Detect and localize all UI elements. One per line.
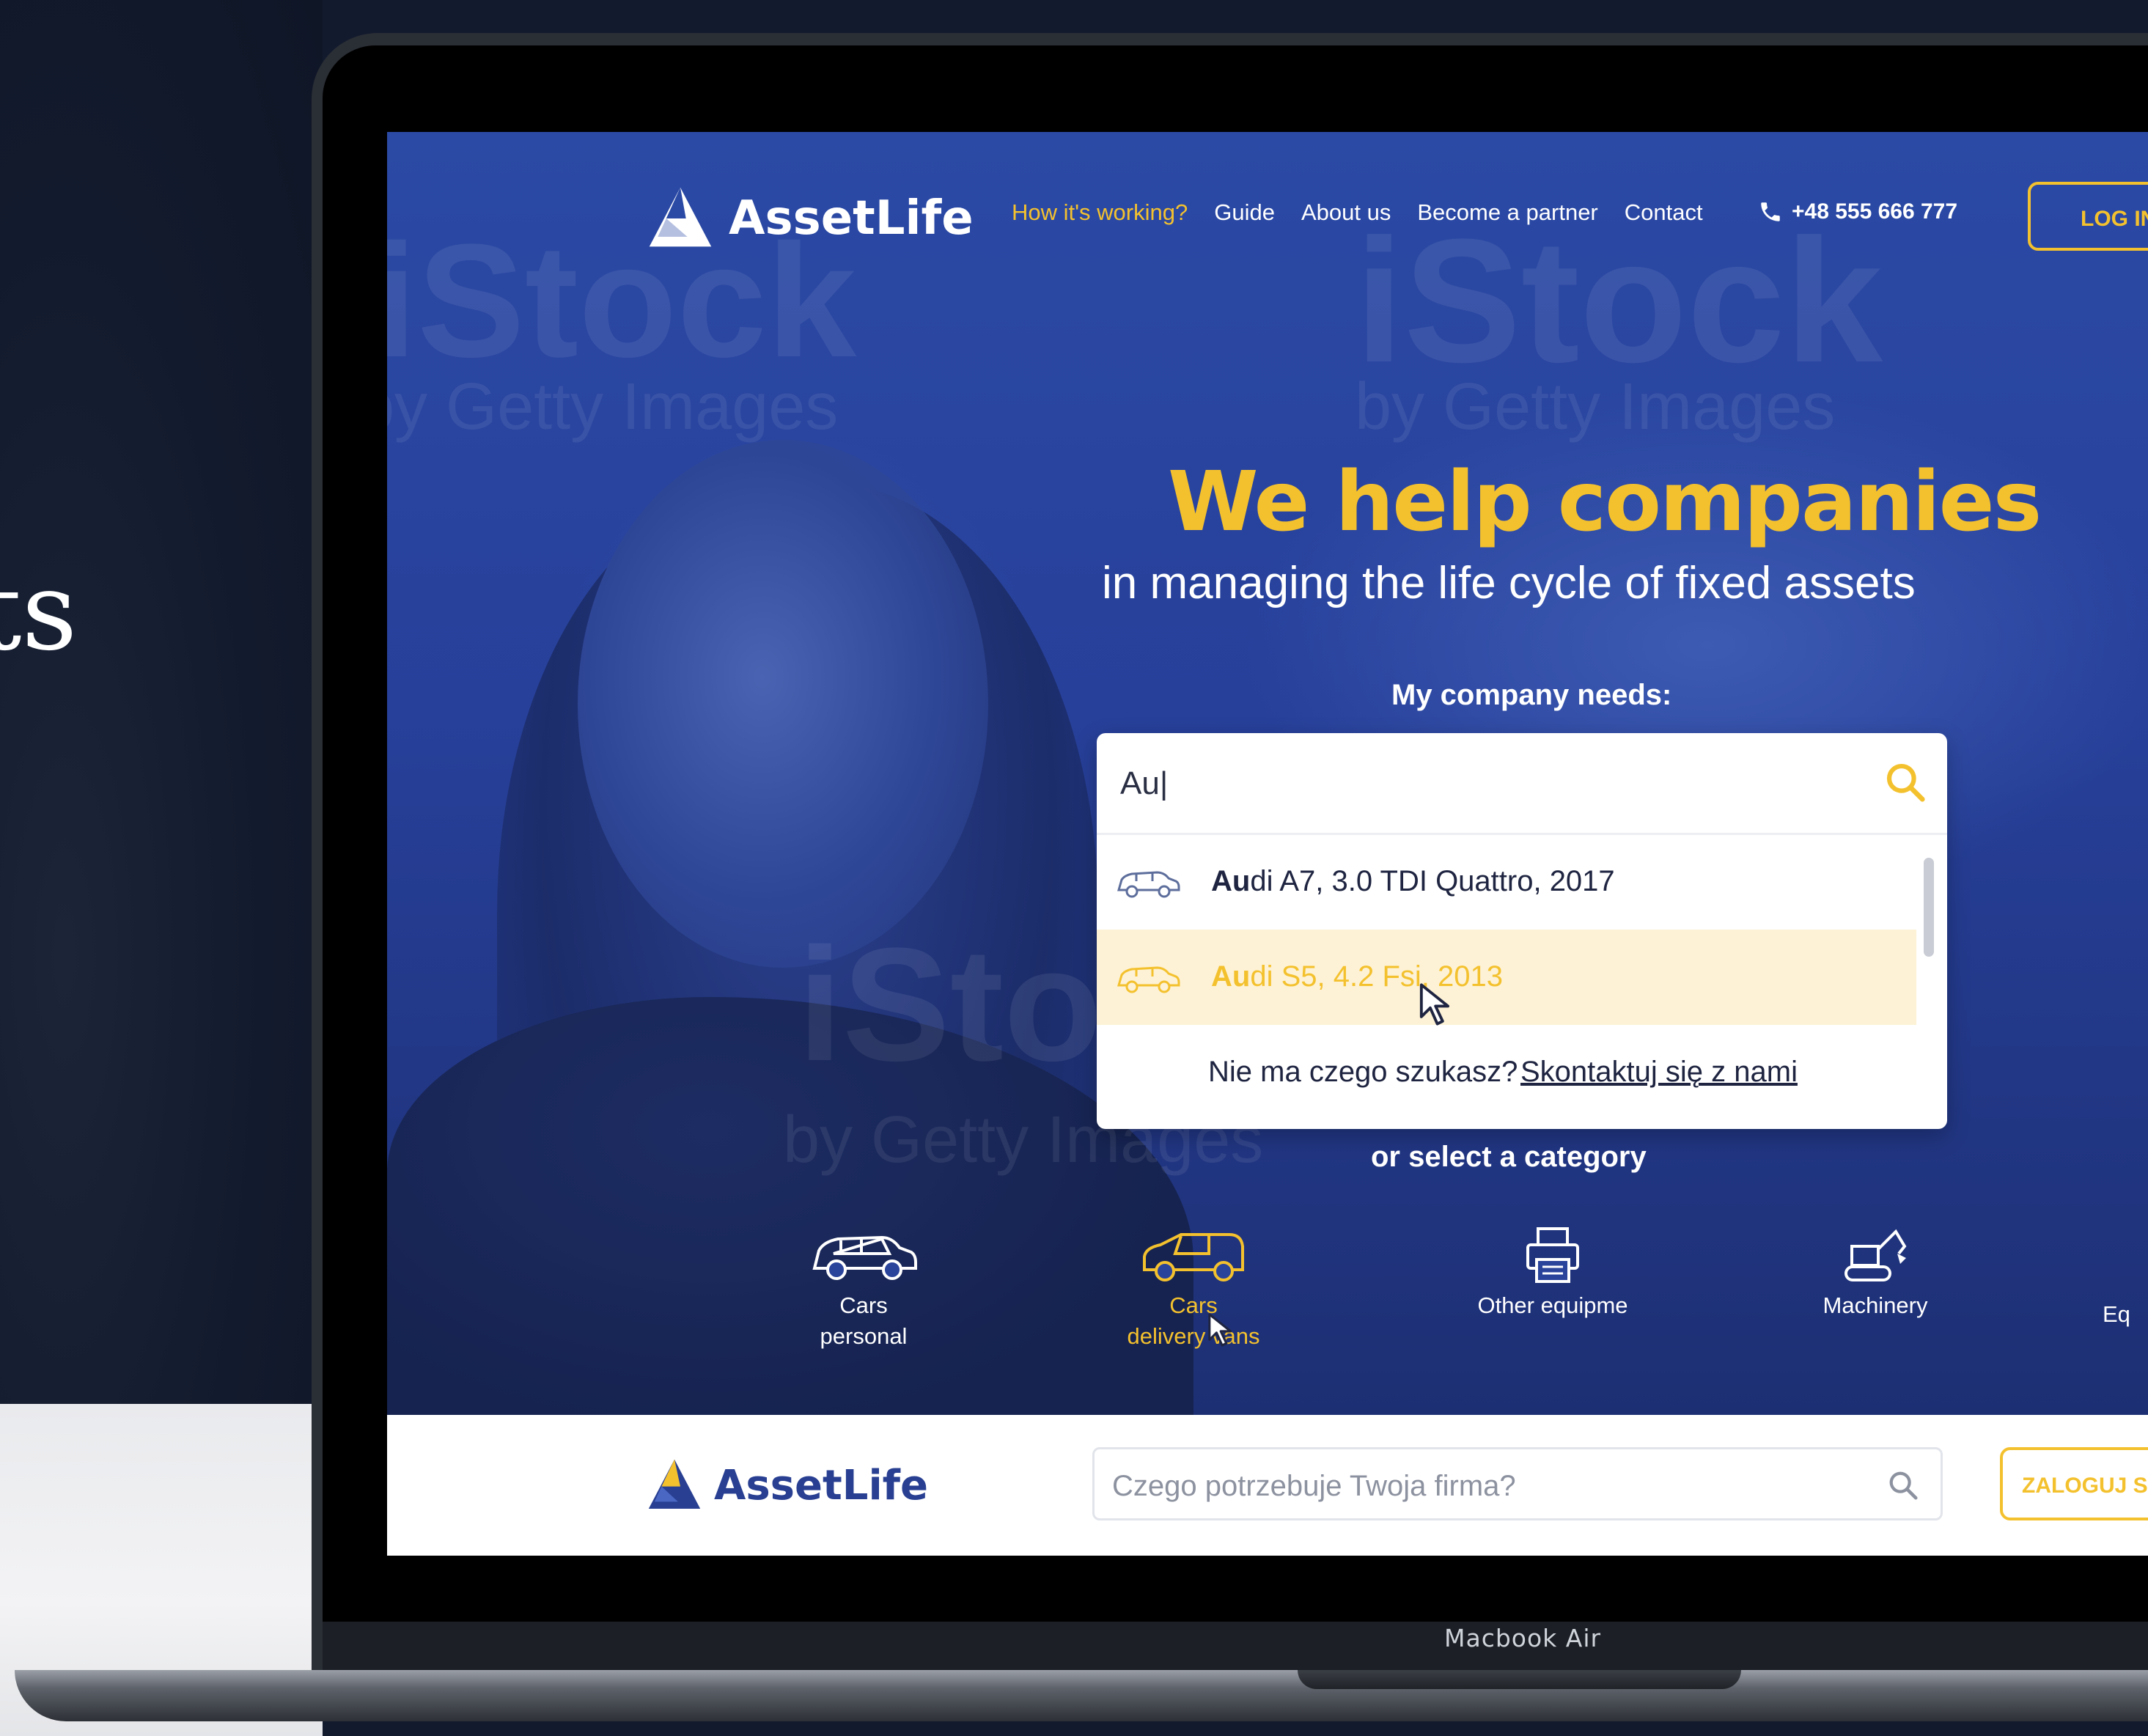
suggestion-rest: di A7, 3.0 TDI Quattro, 2017 (1250, 865, 1615, 897)
mouse-pointer-icon (1419, 983, 1450, 1026)
needs-label: My company needs: (1391, 679, 1672, 711)
search-icon[interactable] (1883, 760, 1928, 805)
watermark-getty: by Getty Images (387, 370, 839, 444)
category-label-line2: personal (820, 1323, 908, 1349)
website-screen: iStock by Getty Images iStock by Getty I… (387, 132, 2148, 1556)
car-icon (812, 1235, 917, 1280)
contact-us-link[interactable]: Skontaktuj się z nami (1520, 1056, 1798, 1089)
search-placeholder: Czego potrzebuje Twoja firma? (1112, 1470, 1516, 1502)
suggestion-rest: di S5, 4.2 Fsi, 2013 (1250, 960, 1503, 993)
category-cars-personal[interactable]: Cars personal (776, 1224, 952, 1352)
category-label-line2: delivery vans (1127, 1323, 1260, 1349)
logo-text: AssetLife (714, 1461, 928, 1509)
phone-icon (1761, 202, 1780, 221)
side-heading-fragment: ts (0, 548, 78, 674)
suggestion-match: Au (1211, 865, 1251, 897)
hero-headline: We help companies (1168, 455, 2042, 550)
hero-section: iStock by Getty Images iStock by Getty I… (387, 132, 2148, 1437)
category-label-line1: Other equipme (1477, 1292, 1628, 1318)
login-button[interactable]: ZALOGUJ SIĘ (2000, 1447, 2148, 1520)
suggestion-item[interactable]: Audi A7, 3.0 TDI Quattro, 2017 (1097, 834, 1916, 930)
mouse-pointer-icon (1208, 1313, 1232, 1347)
laptop-base (15, 1670, 2148, 1721)
laptop-notch (1298, 1670, 1741, 1689)
search-value: Au| (1120, 765, 1169, 801)
search-input[interactable]: Au| (1097, 733, 1947, 835)
suggestion-match: Au (1211, 960, 1251, 993)
nav-link-about[interactable]: About us (1301, 199, 1391, 226)
no-results-text: Nie ma czego szukasz? (1208, 1056, 1518, 1088)
logo[interactable]: AssetLife (645, 183, 974, 254)
logo[interactable]: AssetLife (645, 1456, 928, 1515)
laptop-chin (323, 1622, 2148, 1673)
login-button[interactable]: LOG IN (2028, 182, 2148, 251)
nav-links: How it's working? Guide About us Become … (1012, 199, 1703, 226)
suggestion-label: Audi A7, 3.0 TDI Quattro, 2017 (1211, 865, 1615, 898)
hero-photo-head (578, 440, 988, 968)
category-machinery[interactable]: Machinery (1765, 1224, 1985, 1321)
category-label-line1: Machinery (1823, 1292, 1928, 1318)
van-icon (1143, 1233, 1244, 1281)
nav-link-partner[interactable]: Become a partner (1417, 199, 1597, 226)
phone-number: +48 555 666 777 (1792, 199, 1958, 224)
suggestions-scrollbar[interactable] (1924, 858, 1934, 957)
hero-subline: in managing the life cycle of fixed asse… (1102, 558, 1916, 608)
search-autocomplete: Au| Audi A7, 3.0 TDI Quattro, 2017 Audi … (1097, 733, 1947, 1129)
category-label-line1: Cars (839, 1292, 888, 1318)
search-icon[interactable] (1886, 1468, 1920, 1502)
suggestion-item-highlighted[interactable]: Audi S5, 4.2 Fsi, 2013 (1097, 930, 1916, 1026)
category-cars-delivery-vans[interactable]: Cars delivery vans (1106, 1224, 1281, 1352)
device-label: Macbook Air (1444, 1624, 1602, 1652)
logo-icon (648, 1459, 701, 1509)
car-icon (1117, 966, 1180, 993)
category-label-line1: Eq (2103, 1301, 2130, 1327)
category-label-line1: Cars (1169, 1292, 1218, 1318)
excavator-icon (1844, 1229, 1907, 1281)
top-navigation: AssetLife How it's working? Guide About … (387, 132, 2148, 264)
logo-text: AssetLife (729, 191, 974, 246)
header-search-input[interactable]: Czego potrzebuje Twoja firma? (1092, 1447, 1943, 1520)
watermark-getty: by Getty Images (1355, 370, 1836, 444)
nav-link-contact[interactable]: Contact (1625, 199, 1703, 226)
sticky-header: AssetLife Czego potrzebuje Twoja firma? … (387, 1415, 2148, 1556)
category-prompt: or select a category (1371, 1141, 1647, 1173)
printer-icon (1526, 1227, 1579, 1283)
category-other-equipment[interactable]: Other equipme (1443, 1224, 1663, 1321)
phone-link[interactable]: +48 555 666 777 (1758, 199, 1957, 224)
nav-link-how-it-works[interactable]: How it's working? (1012, 199, 1188, 226)
car-icon (1117, 871, 1180, 898)
logo-icon (649, 187, 712, 247)
category-equipment-partial[interactable]: Eq (2103, 1299, 2148, 1330)
nav-link-guide[interactable]: Guide (1214, 199, 1275, 226)
